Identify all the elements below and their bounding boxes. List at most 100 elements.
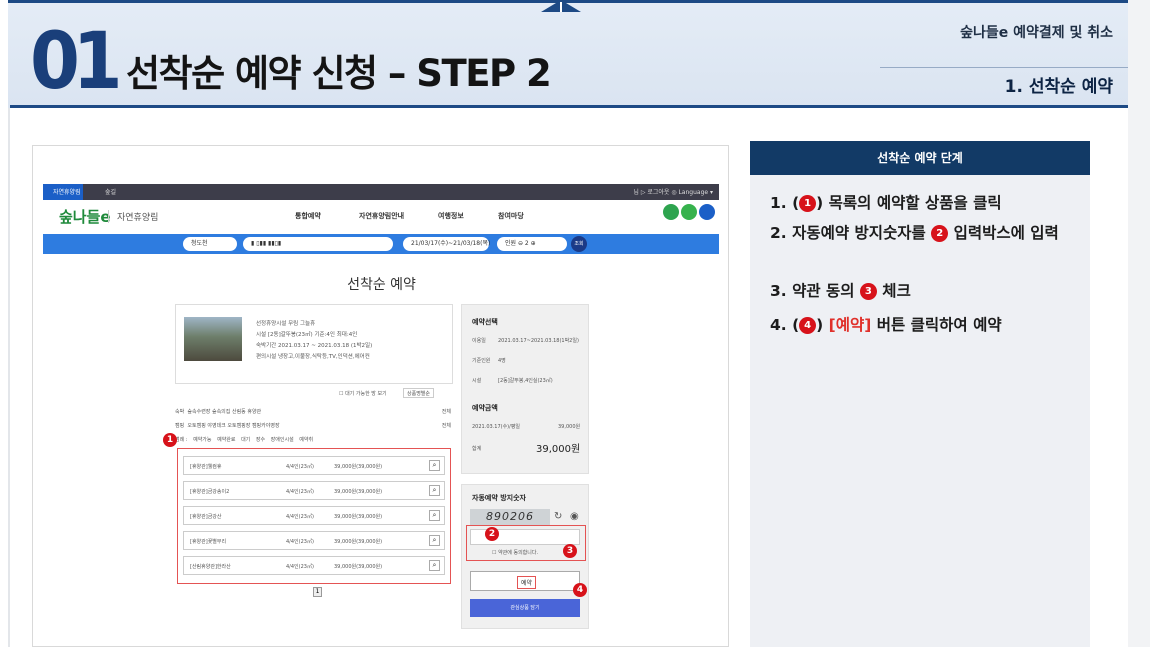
step-3-text: 체크: [876, 282, 911, 300]
filter-camping-all[interactable]: 전체: [442, 422, 451, 429]
pagination-page[interactable]: 1: [313, 587, 322, 597]
nav-item-travel[interactable]: 여행정보: [438, 211, 464, 221]
available-filter-label: 대기 가능한 방 보기: [345, 391, 387, 397]
badge-4: 4: [573, 583, 587, 597]
search-icon[interactable]: [663, 204, 679, 220]
reservation-title: 선착순 예약: [347, 277, 416, 293]
product-line-1: 선정휴양시설 무림 그늘휴: [256, 321, 316, 327]
product-row[interactable]: [휴양관]금강송이2 4/4인(23㎡) 39,000원(39,000원) ⌕: [183, 481, 445, 500]
location-select[interactable]: 청도천: [183, 237, 237, 251]
steps-panel: 선착순 예약 단계 1. (1) 목록의 예약할 상품을 클릭 2. 자동예약 …: [750, 141, 1090, 647]
selection-panel: 예약선택 이용일 2021.03.17~2021.03.18(1박2일) 기준인…: [461, 304, 589, 474]
step-2-badge: 2: [931, 225, 949, 242]
product-name: [산림휴양관]한라산: [190, 564, 231, 570]
terms-checkbox[interactable]: ☐ 약관에 동의합니다.: [492, 549, 538, 556]
legend-row: 범례 : 예약가능 예약완료 대기 장수 장애인시설 예약취: [175, 436, 453, 446]
product-row[interactable]: [산림휴양관]한라산 4/4인(23㎡) 39,000원(39,000원) ⌕: [183, 556, 445, 575]
product-capacity: 4/4인(23㎡): [286, 464, 314, 470]
nav-item-booking[interactable]: 통합예약: [295, 211, 321, 221]
captcha-image: 890206: [470, 509, 550, 525]
legend-item: 예약완료: [217, 437, 236, 443]
filter-row-lodging: 숙박 숲속수련장 숲속의집 산림동 휴양관 전체: [175, 408, 453, 418]
step-3: 3. 약관 동의 3 체크: [770, 279, 1070, 303]
favorite-button[interactable]: 관심상품 담기: [470, 599, 580, 617]
topbar-tab-trail[interactable]: 숲길: [105, 187, 116, 196]
reserve-button[interactable]: 예약: [470, 571, 580, 591]
magnifier-icon[interactable]: ⌕: [429, 560, 440, 571]
site-topbar: 자연휴양림 숲길 님 ▷ 로그아웃 ◎ Language ▾: [43, 184, 719, 200]
step-number: 01: [30, 17, 122, 107]
product-list-area: ☐ 대기 가능한 방 보기 상품명별순 숙박 숲속수련장 숲속의집 산림동 휴양…: [175, 388, 453, 595]
facility-select[interactable]: ▮ ▯▮▮ ▮▮▯▮: [243, 237, 393, 251]
step-4-text: 버튼 클릭하여 예약: [871, 316, 1002, 334]
selection-people-label: 기준인원: [472, 358, 491, 364]
legend-item: 대기: [241, 437, 251, 443]
step-1-badge: 1: [799, 195, 817, 212]
product-summary: 선정휴양시설 무림 그늘휴 시설 [2동]갈뚜봉(23㎡) 기준:4인 최대:4…: [175, 304, 453, 384]
product-line-2: 시설 [2동]갈뚜봉(23㎡) 기준:4인 최대:4인: [256, 332, 358, 338]
step-2-text: 입력박스에 입력: [948, 224, 1059, 242]
product-line-4: 편의시설 냉장고,이불장,식탁등,TV,인덕션,에어컨: [256, 354, 370, 360]
step-1: 1. (1) 목록의 예약할 상품을 클릭: [770, 191, 1070, 215]
product-row[interactable]: [휴양관]꽃별무리 4/4인(23㎡) 39,000원(39,000원) ⌕: [183, 531, 445, 550]
filter-row-camping: 캠핑 오토캠핑 야영데크 오토캠핑장 캠핑카야영장 전체: [175, 422, 453, 432]
people-count: 2: [524, 240, 529, 247]
legend-item: 장수: [255, 437, 266, 443]
audio-icon[interactable]: ◉: [570, 511, 579, 522]
category-label: 숲나들e 예약결제 및 취소: [960, 25, 1113, 41]
product-row[interactable]: [휴양관]금강산 4/4인(23㎡) 39,000원(39,000원) ⌕: [183, 506, 445, 525]
step-2: 2. 자동예약 방지숫자를 2 입력박스에 입력: [770, 221, 1070, 245]
topbar-user-links[interactable]: 님 ▷ 로그아웃 ◎ Language ▾: [633, 187, 713, 196]
filter-lodging-items[interactable]: 숲속수련장 숲속의집 산림동 휴양관: [187, 409, 261, 415]
available-filter[interactable]: ☐ 대기 가능한 방 보기: [339, 390, 387, 400]
nav-item-forest-info[interactable]: 자연휴양림안내: [359, 211, 404, 221]
menu-grid-icon[interactable]: [699, 204, 715, 220]
badge-1: 1: [163, 433, 177, 447]
product-capacity: 4/4인(23㎡): [286, 564, 314, 570]
search-button[interactable]: 조회: [571, 236, 587, 252]
step-4-badge: 4: [799, 317, 817, 334]
payment-total-label: 합계: [472, 446, 482, 452]
section-label: 1. 선착순 예약: [1004, 77, 1113, 97]
people-stepper[interactable]: 인원 ⊖ 2 ⊕: [497, 237, 567, 251]
product-photo: [184, 317, 242, 361]
payment-line-label: 2021.03.17(수)/평일: [472, 424, 521, 430]
page-title: 선착순 예약 신청 – STEP 2: [126, 52, 552, 95]
product-name: [휴양관]금강산: [190, 514, 222, 520]
magnifier-icon[interactable]: ⌕: [429, 510, 440, 521]
legend-item: 예약가능: [193, 437, 212, 443]
magnifier-icon[interactable]: ⌕: [429, 460, 440, 471]
reserve-icon[interactable]: [681, 204, 697, 220]
sort-select[interactable]: 상품명별순: [403, 388, 435, 398]
magnifier-icon[interactable]: ⌕: [429, 485, 440, 496]
site-logo-sub: 자연휴양림: [108, 210, 158, 223]
magnifier-icon[interactable]: ⌕: [429, 535, 440, 546]
selection-date: 2021.03.17~2021.03.18(1박2일): [498, 338, 579, 344]
product-capacity: 4/4인(23㎡): [286, 539, 314, 545]
selection-date-label: 이용일: [472, 338, 486, 344]
product-row[interactable]: [휴양관]웰컴휴 4/4인(23㎡) 39,000원(39,000원) ⌕: [183, 456, 445, 475]
topbar-tab-forest[interactable]: 자연휴양림: [53, 187, 81, 196]
notch-line: [560, 2, 562, 12]
payment-title: 예약금액: [472, 404, 498, 412]
site-logo[interactable]: 숲나들e: [59, 206, 111, 227]
product-name: [휴양관]금강송이2: [190, 489, 230, 495]
selection-facility-label: 시설: [472, 378, 482, 384]
badge-2: 2: [485, 527, 499, 541]
product-price: 39,000원(39,000원): [334, 539, 383, 545]
steps-title: 선착순 예약 단계: [750, 141, 1090, 175]
step-4: 4. (4) [예약] 버튼 클릭하여 예약: [770, 316, 1002, 334]
step-3-prefix: 3. 약관 동의: [770, 282, 860, 300]
filter-camping-label: 캠핑: [175, 423, 185, 429]
filter-camping-items[interactable]: 오토캠핑 야영데크 오토캠핑장 캠핑카야영장: [187, 423, 279, 429]
reserve-label: 예약: [517, 576, 537, 589]
refresh-icon[interactable]: ↻: [554, 511, 562, 522]
terms-label: 약관에 동의합니다.: [498, 550, 539, 556]
right-rule: [1128, 0, 1150, 647]
website-screenshot: 자연휴양림 숲길 님 ▷ 로그아웃 ◎ Language ▾ 숲나들e 자연휴양…: [32, 145, 729, 647]
nav-item-community[interactable]: 참여마당: [498, 211, 524, 221]
date-range-select[interactable]: 21/03/17(수)~21/03/18(목): [403, 237, 490, 251]
header-bottom-rule: [10, 105, 1128, 108]
product-capacity: 4/4인(23㎡): [286, 514, 314, 520]
filter-lodging-all[interactable]: 전체: [442, 408, 451, 415]
